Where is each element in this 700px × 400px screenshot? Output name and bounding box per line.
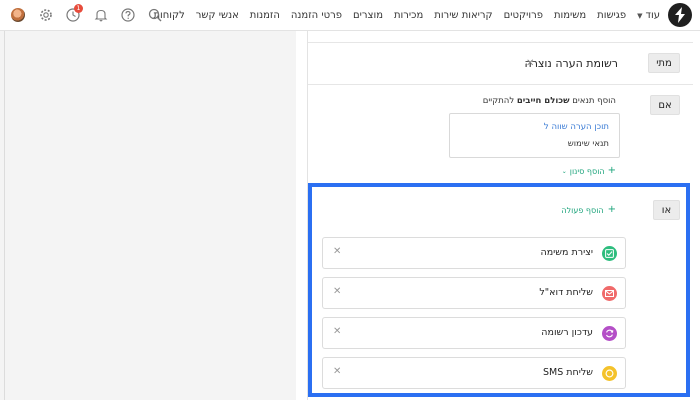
nav-item-tasks[interactable]: משימות <box>554 10 586 21</box>
add-filter-label: הוסף סינון <box>569 166 605 176</box>
remove-action-close-icon[interactable]: ✕ <box>333 286 341 297</box>
then-tag: או <box>653 200 680 220</box>
nav-item-order-details[interactable]: פרטי הזמנה <box>291 10 342 21</box>
left-panel <box>0 31 296 400</box>
bell-icon[interactable] <box>94 8 108 22</box>
gear-icon[interactable] <box>39 8 53 22</box>
divider <box>308 84 693 85</box>
action-label: שליחת דוא"ל <box>539 287 593 298</box>
nav-item-orders[interactable]: הזמנות <box>250 10 280 21</box>
condition-field[interactable]: תוכן הערה שווה ל <box>544 122 609 132</box>
plus-icon: + <box>607 165 616 176</box>
action-card-send-email[interactable]: שליחת דוא"ל ✕ <box>322 277 626 309</box>
action-label: שליחת SMS <box>543 367 593 378</box>
notification-badge: 1 <box>74 4 83 13</box>
add-filter-link[interactable]: + הוסף סינון ⌄ <box>562 166 616 176</box>
nav-item-service-calls[interactable]: קריאות שירות <box>434 10 492 21</box>
action-card-update-record[interactable]: עדכון רשומה ✕ <box>322 317 626 349</box>
remove-action-close-icon[interactable]: ✕ <box>333 366 341 377</box>
action-card-create-task[interactable]: יצירת משימה ✕ <box>322 237 626 269</box>
condition-value: תנאי שימוש <box>567 139 609 149</box>
condition-hint-suffix: להתקיים <box>482 96 517 106</box>
top-navigation-bar: לקוחות אנשי קשר הזמנות פרטי הזמנה מוצרים… <box>0 0 700 31</box>
search-icon[interactable] <box>148 8 162 22</box>
action-label: עדכון רשומה <box>541 327 593 338</box>
condition-hint-prefix: הוסף תנאים <box>569 96 616 106</box>
refresh-icon <box>602 326 617 341</box>
nav-more-dropdown[interactable]: עוד ▼ <box>637 10 660 21</box>
condition-box[interactable]: תוכן הערה שווה ל תנאי שימוש <box>449 113 620 158</box>
nav-more-label: עוד <box>645 10 660 21</box>
main-nav: לקוחות אנשי קשר הזמנות פרטי הזמנה מוצרים… <box>153 0 660 31</box>
divider <box>308 42 693 43</box>
nav-item-meetings[interactable]: פגישות <box>597 10 626 21</box>
condition-hint-bold: שכולם חייבים <box>516 96 570 106</box>
left-divider <box>4 31 5 400</box>
trigger-title: רשומת הערה נוצרה <box>524 57 618 70</box>
add-action-link[interactable]: + הוסף פעולה <box>561 205 616 215</box>
action-label: יצירת משימה <box>540 247 593 258</box>
plus-icon: + <box>607 204 616 215</box>
logo-icon <box>675 7 685 23</box>
nav-item-products[interactable]: מוצרים <box>353 10 383 21</box>
help-icon[interactable] <box>121 8 135 22</box>
when-tag: מתי <box>648 53 680 73</box>
remove-action-close-icon[interactable]: ✕ <box>333 326 341 337</box>
mail-icon <box>602 286 617 301</box>
close-icon[interactable]: ✕ <box>526 58 534 69</box>
remove-action-close-icon[interactable]: ✕ <box>333 246 341 257</box>
sms-icon <box>602 366 617 381</box>
if-tag: אם <box>650 95 680 115</box>
nav-item-contacts[interactable]: אנשי קשר <box>196 10 239 21</box>
app-logo[interactable] <box>668 3 692 27</box>
task-check-icon <box>602 246 617 261</box>
condition-hint: הוסף תנאים שכולם חייבים להתקיים <box>483 96 616 106</box>
nav-item-projects[interactable]: פרויקטים <box>504 10 543 21</box>
nav-item-sales[interactable]: מכירות <box>394 10 423 21</box>
chevron-down-icon: ⌄ <box>561 167 567 175</box>
add-action-label: הוסף פעולה <box>561 205 604 215</box>
action-card-send-sms[interactable]: שליחת SMS ✕ <box>322 357 626 389</box>
chevron-down-icon: ▼ <box>637 11 643 20</box>
user-avatar[interactable] <box>11 8 25 22</box>
